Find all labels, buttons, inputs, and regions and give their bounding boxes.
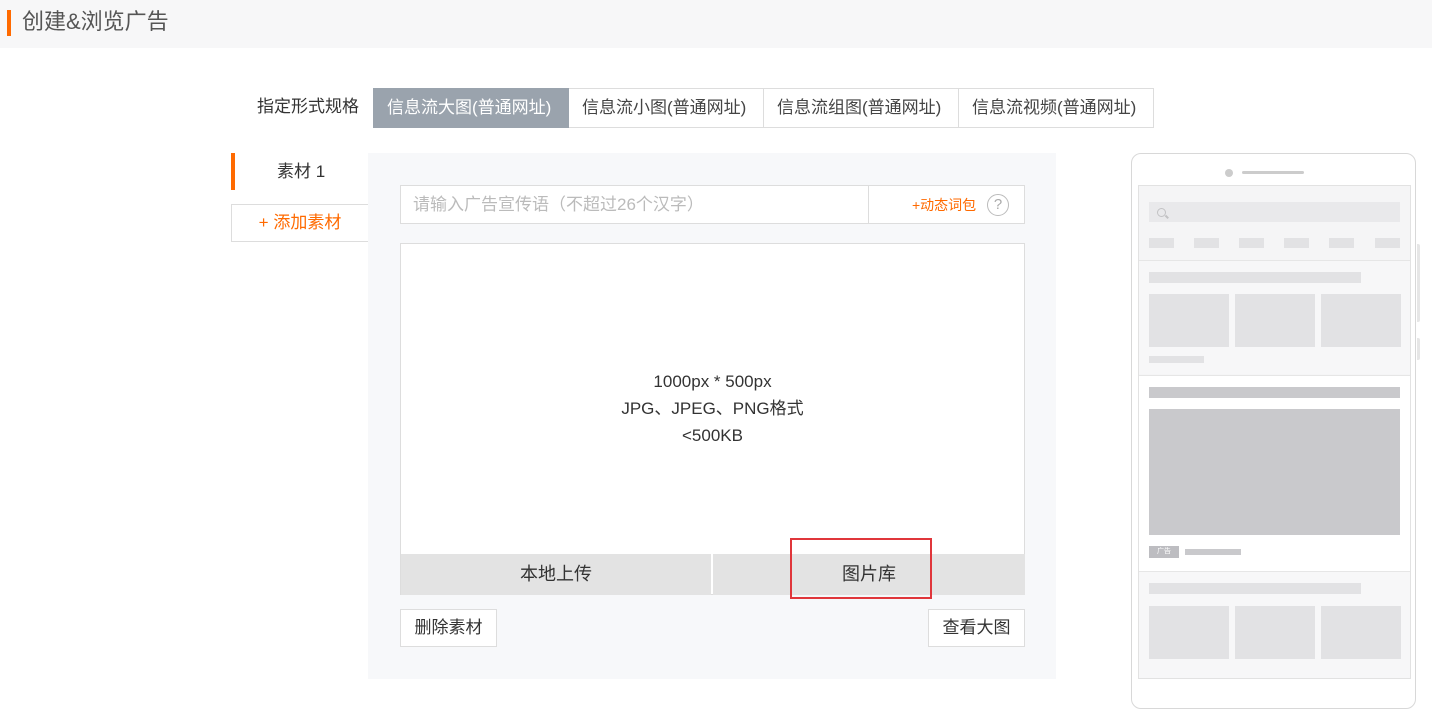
tab-feed-group-image[interactable]: 信息流组图(普通网址) (764, 88, 959, 128)
material-active-bar (231, 153, 235, 190)
preview-ad-tag: 广告 (1149, 546, 1179, 558)
material-item-1[interactable]: 素材 1 (231, 153, 368, 190)
preview-thumb (1321, 606, 1401, 659)
page-header: 创建&浏览广告 (0, 0, 1432, 48)
preview-meta-placeholder (1149, 356, 1204, 363)
tab-feed-video[interactable]: 信息流视频(普通网址) (959, 88, 1154, 128)
image-spec-filesize: <500KB (682, 426, 743, 445)
local-upload-button[interactable]: 本地上传 (401, 554, 711, 595)
preview-ad-image-placeholder (1149, 409, 1400, 535)
spec-tabs: 信息流大图(普通网址) 信息流小图(普通网址) 信息流组图(普通网址) 信息流视… (373, 88, 1154, 128)
preview-title-placeholder (1149, 583, 1361, 594)
image-upload-area: 1000px * 500px JPG、JPEG、PNG格式 <500KB 本地上… (400, 243, 1025, 595)
ad-text-input[interactable] (400, 185, 869, 224)
preview-nav-item (1149, 238, 1174, 248)
phone-preview: 广告 (1131, 153, 1420, 709)
add-material-button[interactable]: + 添加素材 (231, 204, 368, 242)
question-circle-icon[interactable]: ? (987, 194, 1009, 216)
image-spec-size: 1000px * 500px (653, 372, 772, 391)
phone-side-button-small (1417, 338, 1420, 360)
dynamic-words-box: +动态词包 ? (868, 185, 1025, 224)
phone-side-button (1417, 244, 1420, 322)
dynamic-words-link[interactable]: +动态词包 (912, 196, 976, 214)
image-library-button[interactable]: 图片库 (713, 554, 1025, 595)
preview-thumb (1321, 294, 1401, 347)
preview-thumb (1235, 606, 1315, 659)
preview-thumb (1149, 606, 1229, 659)
preview-ad-title-placeholder (1149, 387, 1400, 398)
phone-speaker (1242, 171, 1304, 174)
preview-nav-item (1284, 238, 1309, 248)
tab-feed-large-image[interactable]: 信息流大图(普通网址) (373, 88, 569, 128)
header-accent-bar (7, 10, 11, 36)
phone-camera (1225, 169, 1233, 177)
preview-ad-meta-placeholder (1185, 549, 1241, 555)
material-item-label: 素材 1 (277, 162, 326, 181)
delete-material-button[interactable]: 删除素材 (400, 609, 497, 647)
view-large-image-button[interactable]: 查看大图 (928, 609, 1025, 647)
tab-feed-small-image[interactable]: 信息流小图(普通网址) (569, 88, 764, 128)
preview-search-bar (1149, 202, 1400, 222)
preview-nav-item (1239, 238, 1264, 248)
image-spec-text: 1000px * 500px JPG、JPEG、PNG格式 <500KB (401, 368, 1024, 449)
page-title: 创建&浏览广告 (22, 9, 169, 34)
preview-nav-item (1329, 238, 1354, 248)
preview-thumb (1235, 294, 1315, 347)
phone-screen: 广告 (1138, 185, 1411, 679)
spec-label: 指定形式规格 (257, 97, 359, 116)
preview-thumb (1149, 294, 1229, 347)
image-spec-format: JPG、JPEG、PNG格式 (621, 399, 804, 418)
preview-title-placeholder (1149, 272, 1361, 283)
preview-nav-item (1194, 238, 1219, 248)
search-icon (1157, 208, 1166, 217)
preview-nav-item (1375, 238, 1400, 248)
